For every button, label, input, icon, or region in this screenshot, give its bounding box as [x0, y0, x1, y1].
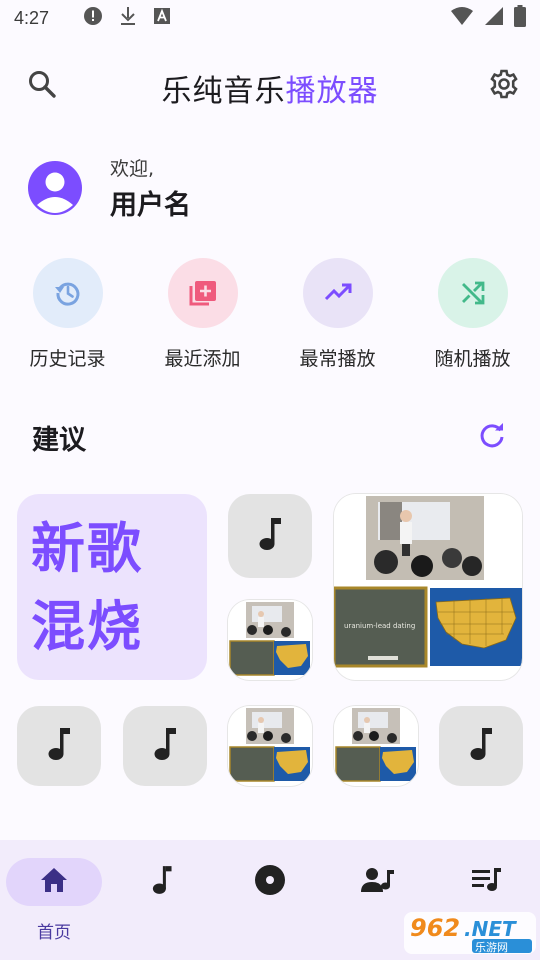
playlist-icon	[470, 866, 502, 898]
album-art-image	[228, 706, 312, 786]
home-icon	[39, 866, 69, 898]
watermark-site-name: 乐游网	[475, 941, 508, 954]
username: 用户名	[110, 190, 191, 221]
album-art-image	[228, 600, 312, 680]
nav-playlists-pill	[438, 858, 534, 906]
welcome-text: 欢迎, 用户名	[110, 154, 191, 222]
nav-songs[interactable]	[108, 840, 216, 960]
mix-title-line2: 混烧	[31, 595, 143, 658]
watermark-domain: .NET	[464, 917, 517, 941]
music-note-icon	[149, 864, 175, 900]
album-art-image	[334, 706, 418, 786]
album-icon	[254, 864, 286, 900]
refresh-button[interactable]	[472, 418, 512, 458]
nav-home-pill	[6, 858, 102, 906]
site-watermark-logo: 962 .NET 乐游网	[402, 908, 538, 958]
app-bar: 乐纯音乐播放器	[0, 56, 540, 116]
artist-icon	[361, 866, 395, 898]
status-system-icons	[450, 5, 526, 31]
nav-home[interactable]: 首页	[0, 840, 108, 960]
welcome-section: 欢迎, 用户名	[28, 158, 191, 221]
suggestions-title: 建议	[32, 425, 86, 456]
album-art-tile[interactable]	[228, 600, 312, 680]
shuffle-icon	[437, 258, 508, 328]
quick-action-label: 最常播放	[299, 348, 376, 370]
wifi-icon	[450, 6, 474, 30]
quick-action-label: 随机播放	[434, 348, 511, 370]
welcome-greeting: 欢迎,	[110, 158, 155, 180]
music-note-icon	[150, 726, 180, 766]
song-tile[interactable]	[228, 494, 312, 578]
album-art-tile[interactable]	[334, 706, 418, 786]
status-bar: 4:27	[0, 0, 540, 36]
watermark-number: 962	[410, 914, 460, 942]
battery-icon	[514, 5, 526, 31]
alert-circle-icon	[83, 6, 103, 30]
library-add-icon	[167, 258, 238, 328]
font-a-icon	[153, 7, 171, 29]
quick-action-history[interactable]: 历史记录	[0, 258, 135, 371]
quick-action-shuffle[interactable]: 随机播放	[405, 258, 540, 371]
app-title-main: 乐纯音乐	[161, 74, 286, 109]
download-icon	[119, 6, 137, 30]
slide-chalkboard-text: uranium-lead dating	[344, 622, 415, 630]
music-note-icon	[255, 516, 285, 556]
music-note-icon	[44, 726, 74, 766]
mix-title-line1: 新歌	[31, 517, 143, 580]
status-time: 4:27	[14, 7, 50, 28]
app-title-accent: 播放器	[285, 74, 379, 109]
status-notification-icons	[83, 6, 171, 30]
new-songs-mix-tile[interactable]: 新歌 混烧	[17, 494, 207, 680]
trending-up-icon	[302, 258, 373, 328]
nav-home-label: 首页	[37, 923, 71, 943]
quick-action-label: 最近添加	[164, 348, 241, 370]
featured-album-tile[interactable]: uranium-lead dating	[334, 494, 522, 680]
nav-albums[interactable]	[216, 840, 324, 960]
history-icon	[32, 258, 103, 328]
gear-icon	[488, 68, 520, 104]
album-art-tile[interactable]	[228, 706, 312, 786]
refresh-icon	[477, 421, 507, 455]
quick-action-recently-added[interactable]: 最近添加	[135, 258, 270, 371]
quick-actions: 历史记录 最近添加 最常播放 随机播放	[0, 258, 540, 371]
app-title: 乐纯音乐播放器	[0, 66, 540, 110]
nav-albums-pill	[222, 858, 318, 906]
song-tile[interactable]	[17, 706, 101, 786]
quick-action-most-played[interactable]: 最常播放	[270, 258, 405, 371]
song-tile[interactable]	[439, 706, 523, 786]
nav-artists-pill	[330, 858, 426, 906]
settings-button[interactable]	[484, 66, 524, 106]
account-circle-icon[interactable]	[28, 161, 82, 215]
song-tile[interactable]	[123, 706, 207, 786]
featured-album-image: uranium-lead dating	[334, 494, 522, 680]
cellular-signal-icon	[484, 6, 504, 30]
nav-songs-pill	[114, 858, 210, 906]
music-note-icon	[466, 726, 496, 766]
quick-action-label: 历史记录	[29, 348, 106, 370]
